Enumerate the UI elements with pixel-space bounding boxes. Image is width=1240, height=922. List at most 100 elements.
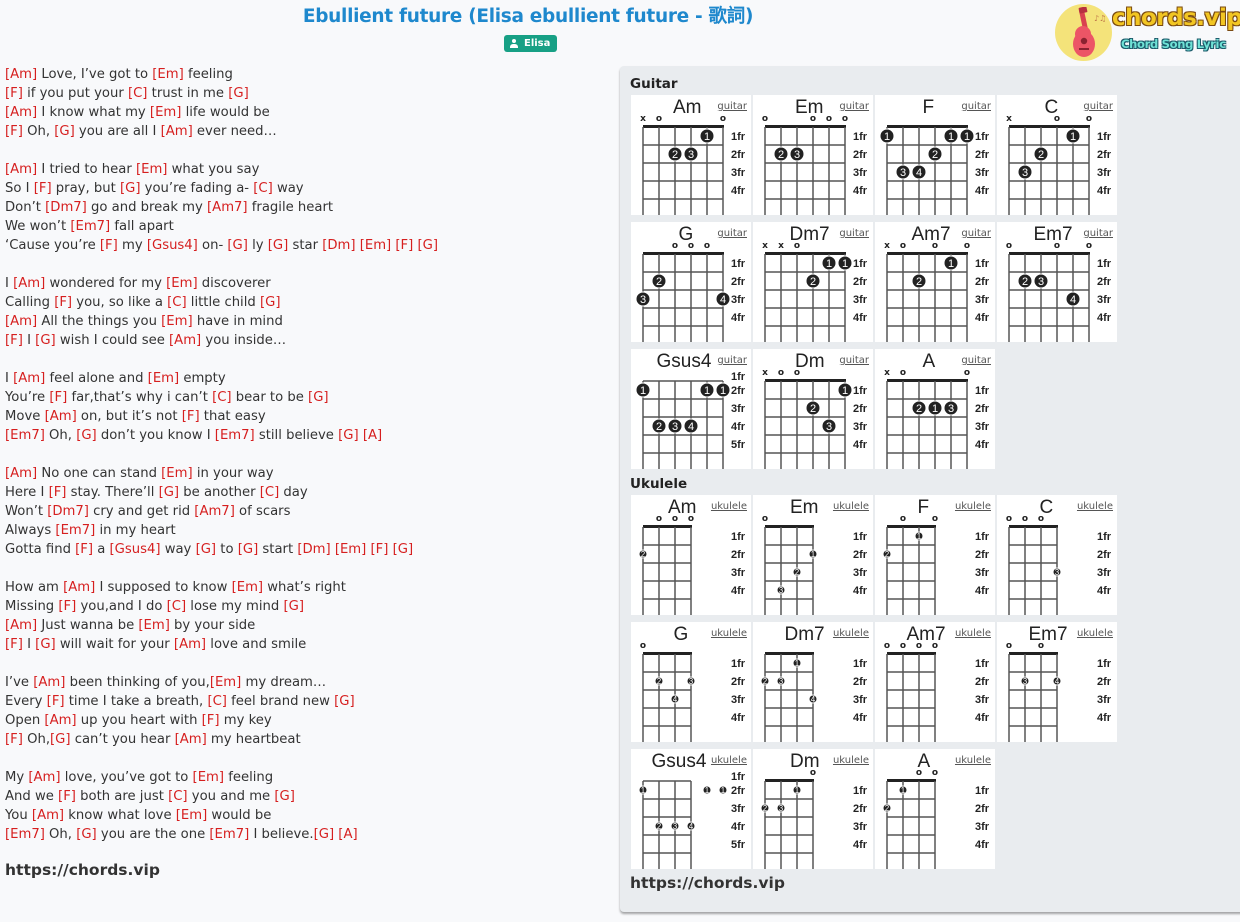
chord-tag[interactable]: [G] (268, 238, 289, 253)
chord-tag[interactable]: [A] (363, 428, 382, 443)
chord-tag[interactable]: [G] (308, 390, 329, 405)
chord-tag[interactable]: [F] (54, 295, 72, 310)
chord-tag[interactable]: [G] (120, 181, 141, 196)
chord-tag[interactable]: [G] (50, 732, 71, 747)
chord-tag[interactable]: [Em] (232, 580, 263, 595)
chord-tag[interactable]: [Em] (360, 238, 391, 253)
chord-tag[interactable]: [F] (371, 542, 389, 557)
chord-tag[interactable]: [Am] (161, 124, 193, 139)
chord-tag[interactable]: [Dm7] (45, 200, 87, 215)
chord-tag[interactable]: [F] (5, 86, 23, 101)
chord-tag[interactable]: [C] (253, 181, 273, 196)
chord-card-g[interactable]: Gukulele 1fr 2fr 3fr 4fr o 2 3 4 (631, 622, 751, 742)
chord-card-g[interactable]: Gguitar 1fr 2fr 3fr 4fr o o o 2 3 4 (631, 222, 751, 342)
chord-tag[interactable]: [G] (227, 238, 248, 253)
chord-tag[interactable]: [Am] (32, 808, 64, 823)
chord-tag[interactable]: [G] (338, 428, 359, 443)
chord-tag[interactable]: [Em7] (55, 523, 95, 538)
chord-card-em7[interactable]: Em7 ukulele 1fr 2fr 3fr 4fr o o 3 4 (997, 622, 1117, 742)
chord-tag[interactable]: [Am] (5, 466, 37, 481)
chord-tag[interactable]: [Em] (193, 770, 224, 785)
chord-tag[interactable]: [Em7] (70, 219, 110, 234)
chord-tag[interactable]: [G] (274, 789, 295, 804)
chord-tag[interactable]: [F] (5, 637, 23, 652)
chord-tag[interactable]: [Am] (13, 276, 45, 291)
chord-tag[interactable]: [Am] (5, 162, 37, 177)
chord-tag[interactable]: [Gsus4] (110, 542, 161, 557)
chord-card-em[interactable]: Em ukulele 1fr 2fr 3fr 4fr o 1 2 3 (753, 495, 873, 615)
chord-tag[interactable]: [Am] (174, 637, 206, 652)
chord-tag[interactable]: [G] (260, 295, 281, 310)
chord-tag[interactable]: [Dm7] (47, 504, 89, 519)
chord-tag[interactable]: [Am7] (194, 504, 235, 519)
chord-tag[interactable]: [G] (76, 827, 97, 842)
chord-card-am7[interactable]: Am7 guitar 1fr 2fr 3fr 4fr x o o o 1 2 (875, 222, 995, 342)
chord-card-em7[interactable]: Em7 guitar 1fr 2fr 3fr 4fr o o o 2 3 4 (997, 222, 1117, 342)
chord-tag[interactable]: [G] (238, 542, 259, 557)
chord-tag[interactable]: [Am] (5, 618, 37, 633)
chord-card-dm[interactable]: Dm ukulele 1fr 2fr 3fr 4fr o 1 2 3 (753, 749, 873, 869)
site-logo[interactable]: ♪♫ chords.vip Chord Song Lyric (1054, 3, 1240, 63)
chord-tag[interactable]: [Am7] (207, 200, 248, 215)
chord-tag[interactable]: [F] (5, 124, 23, 139)
chord-card-c[interactable]: Cukulele 1fr 2fr 3fr 4fr o o o 3 (997, 495, 1117, 615)
chord-tag[interactable]: [Am] (28, 770, 60, 785)
chord-tag[interactable]: [C] (128, 86, 148, 101)
artist-badge[interactable]: Elisa (504, 35, 558, 52)
chord-card-am[interactable]: Am ukulele 1fr 2fr 3fr 4fr o o o 2 (631, 495, 751, 615)
chord-tag[interactable]: [Gsus4] (147, 238, 198, 253)
chord-card-c[interactable]: Cguitar 1fr 2fr 3fr 4fr x o o 1 2 3 (997, 95, 1117, 215)
chord-tag[interactable]: [G] (418, 238, 439, 253)
chord-tag[interactable]: [F] (75, 542, 93, 557)
chord-tag[interactable]: [F] (182, 409, 200, 424)
chord-tag[interactable]: [Em] (136, 162, 167, 177)
chord-card-am[interactable]: Am guitar 1fr 2fr 3fr 4fr x o o 1 2 3 (631, 95, 751, 215)
chord-tag[interactable]: [F] (395, 238, 413, 253)
chord-tag[interactable]: [Dm] (297, 542, 330, 557)
chord-tag[interactable]: [G] (283, 599, 304, 614)
chord-tag[interactable]: [Em7] (215, 428, 255, 443)
chord-tag[interactable]: [C] (212, 390, 232, 405)
chord-tag[interactable]: [G] (196, 542, 217, 557)
chord-card-f[interactable]: Fukulele 1fr 2fr 3fr 4fr o o 1 2 (875, 495, 995, 615)
chord-tag[interactable]: [G] (35, 333, 56, 348)
chord-card-gsus4[interactable]: Gsus4 guitar 2fr 3fr 4fr 5fr 1fr 1 1 1 2 3 4 (631, 349, 751, 469)
chord-tag[interactable]: [Em] (161, 314, 192, 329)
chord-tag[interactable]: [C] (168, 789, 188, 804)
chord-tag[interactable]: [G] (159, 485, 180, 500)
chord-tag[interactable]: [F] (47, 694, 65, 709)
chord-card-am7[interactable]: Am7 ukulele 1fr 2fr 3fr 4fr o o o o (875, 622, 995, 742)
chord-tag[interactable]: [Em] (161, 466, 192, 481)
chord-tag[interactable]: [C] (260, 485, 280, 500)
chord-tag[interactable]: [Em] (150, 105, 181, 120)
chord-tag[interactable]: [Em] (335, 542, 366, 557)
chord-tag[interactable]: [C] (167, 295, 187, 310)
chord-tag[interactable]: [Dm] (322, 238, 355, 253)
chord-tag[interactable]: [F] (100, 238, 118, 253)
chord-tag[interactable]: [Am] (44, 713, 76, 728)
chord-tag[interactable]: [Em] (166, 276, 197, 291)
chord-card-em[interactable]: Em guitar 1fr 2fr 3fr 4fr o o o o 2 3 (753, 95, 873, 215)
chord-tag[interactable]: [Am] (175, 732, 207, 747)
chord-card-dm[interactable]: Dm guitar 1fr 2fr 3fr 4fr x o o 1 2 3 (753, 349, 873, 469)
chord-tag[interactable]: [G] (35, 637, 56, 652)
chord-card-dm7[interactable]: Dm7 ukulele 1fr 2fr 3fr 4fr 1 2 3 4 (753, 622, 873, 742)
chord-tag[interactable]: [C] (167, 599, 187, 614)
chord-tag[interactable]: [G] (54, 124, 75, 139)
chord-tag[interactable]: [F] (58, 789, 76, 804)
chord-card-a[interactable]: Aguitar 1fr 2fr 3fr 4fr x o o 2 1 3 (875, 349, 995, 469)
chord-tag[interactable]: [Em] (148, 371, 179, 386)
chord-tag[interactable]: [Em] (176, 808, 207, 823)
chord-card-a[interactable]: Aukulele 1fr 2fr 3fr 4fr o o 1 2 (875, 749, 995, 869)
chord-tag[interactable]: [F] (49, 485, 67, 500)
chord-tag[interactable]: [A] (338, 827, 357, 842)
chord-tag[interactable]: [F] (202, 713, 220, 728)
chord-card-f[interactable]: Fguitar 1fr 2fr 3fr 4fr 1 1 1 2 3 4 (875, 95, 995, 215)
chord-tag[interactable]: [C] (207, 694, 227, 709)
chord-tag[interactable]: [G] (228, 86, 249, 101)
chord-tag[interactable]: [Am] (63, 580, 95, 595)
chord-tag[interactable]: [F] (49, 390, 67, 405)
chord-tag[interactable]: [Am] (33, 675, 65, 690)
chord-tag[interactable]: [Am] (5, 314, 37, 329)
chord-tag[interactable]: [Am] (169, 333, 201, 348)
